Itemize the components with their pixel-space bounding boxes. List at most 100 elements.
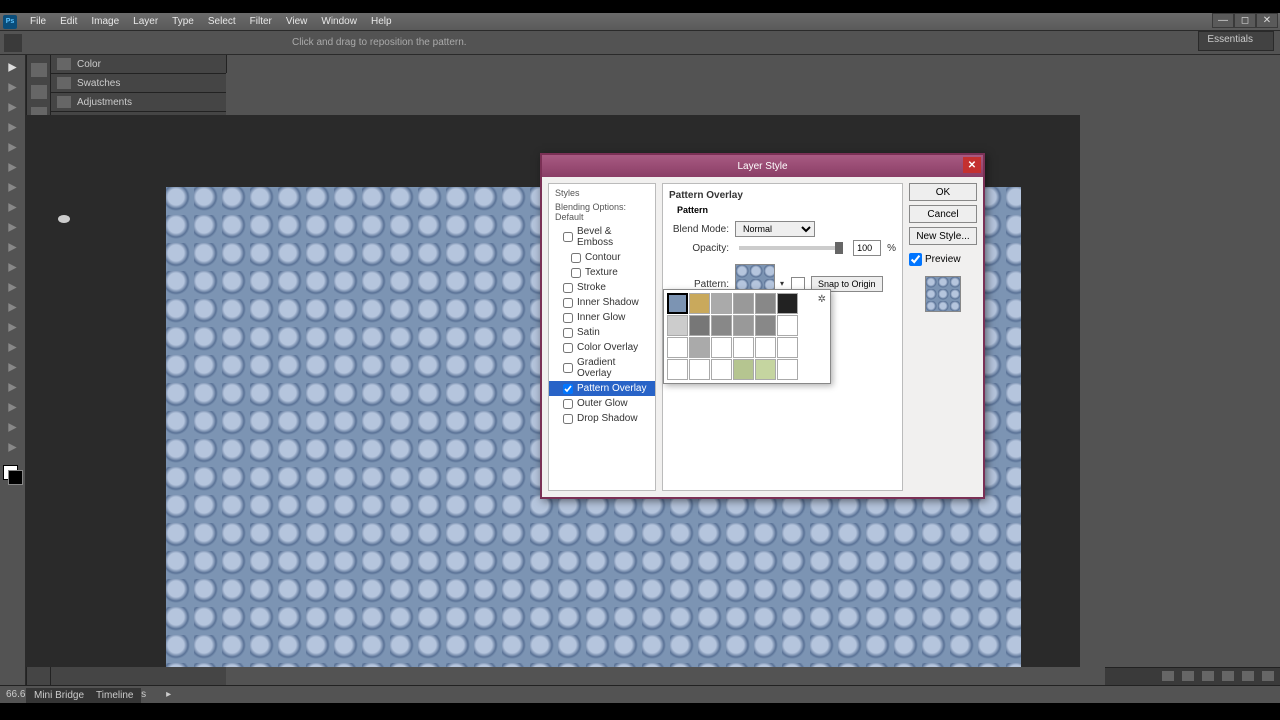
- move-tool[interactable]: [3, 59, 23, 76]
- opacity-slider[interactable]: [739, 246, 843, 250]
- pattern-swatch[interactable]: [689, 359, 710, 380]
- effect-checkbox[interactable]: [563, 414, 573, 424]
- effect-checkbox[interactable]: [571, 268, 581, 278]
- effect-checkbox[interactable]: [563, 283, 573, 293]
- new-layer-icon[interactable]: [1242, 671, 1254, 681]
- effect-checkbox[interactable]: [563, 232, 573, 242]
- crop-tool[interactable]: [3, 139, 23, 156]
- effect-inner-shadow[interactable]: Inner Shadow: [549, 295, 655, 310]
- pattern-swatch[interactable]: [733, 315, 754, 336]
- group-icon[interactable]: [1222, 671, 1234, 681]
- pattern-swatch[interactable]: [755, 359, 776, 380]
- healing-tool[interactable]: [3, 179, 23, 196]
- menu-select[interactable]: Select: [201, 16, 243, 27]
- blending-header[interactable]: Blending Options: Default: [549, 200, 655, 224]
- lasso-tool[interactable]: [3, 99, 23, 116]
- tab-minibridge[interactable]: Mini Bridge: [34, 690, 84, 701]
- pattern-swatch[interactable]: [733, 359, 754, 380]
- adjust-icon[interactable]: [1202, 671, 1214, 681]
- stamp-tool[interactable]: [3, 219, 23, 236]
- dodge-tool[interactable]: [3, 319, 23, 336]
- mask-icon[interactable]: [1182, 671, 1194, 681]
- eyedropper-tool[interactable]: [3, 159, 23, 176]
- pattern-swatch[interactable]: [733, 293, 754, 314]
- shape-tool[interactable]: [3, 399, 23, 416]
- color-swatches[interactable]: [3, 465, 23, 485]
- move-tool-icon[interactable]: [4, 34, 22, 52]
- effect-contour[interactable]: Contour: [549, 250, 655, 265]
- pattern-swatch[interactable]: [667, 315, 688, 336]
- adjustments-panel-head[interactable]: Adjustments: [51, 93, 226, 111]
- brush-tool[interactable]: [3, 199, 23, 216]
- menu-layer[interactable]: Layer: [126, 16, 165, 27]
- opacity-input[interactable]: [853, 240, 881, 256]
- collapsed-icon[interactable]: [31, 63, 47, 77]
- dialog-close-button[interactable]: ✕: [963, 157, 981, 173]
- effect-checkbox[interactable]: [563, 399, 573, 409]
- effect-checkbox[interactable]: [563, 384, 573, 394]
- eraser-tool[interactable]: [3, 259, 23, 276]
- menu-image[interactable]: Image: [84, 16, 126, 27]
- color-panel-head[interactable]: Color: [51, 55, 226, 73]
- path-tool[interactable]: [3, 379, 23, 396]
- pattern-swatch[interactable]: [755, 315, 776, 336]
- pattern-swatch[interactable]: [667, 359, 688, 380]
- menu-window[interactable]: Window: [314, 16, 364, 27]
- blur-tool[interactable]: [3, 299, 23, 316]
- styles-header[interactable]: Styles: [549, 186, 655, 200]
- pattern-swatch[interactable]: [711, 337, 732, 358]
- pattern-swatch[interactable]: [711, 293, 732, 314]
- effect-checkbox[interactable]: [563, 328, 573, 338]
- close-button[interactable]: ✕: [1256, 13, 1278, 28]
- menu-file[interactable]: File: [23, 16, 53, 27]
- picker-menu-icon[interactable]: ✲: [818, 294, 826, 305]
- new-style-button[interactable]: New Style...: [909, 227, 977, 245]
- pattern-swatch[interactable]: [777, 315, 798, 336]
- pen-tool[interactable]: [3, 339, 23, 356]
- effect-pattern-overlay[interactable]: Pattern Overlay: [549, 381, 655, 396]
- wand-tool[interactable]: [3, 119, 23, 136]
- pattern-swatch[interactable]: [711, 315, 732, 336]
- status-arrow-icon[interactable]: ▸: [166, 689, 171, 700]
- pattern-swatch[interactable]: [777, 359, 798, 380]
- effect-checkbox[interactable]: [563, 363, 573, 373]
- pattern-swatch[interactable]: [689, 293, 710, 314]
- marquee-tool[interactable]: [3, 79, 23, 96]
- zoom-tool[interactable]: [3, 439, 23, 456]
- pattern-swatch[interactable]: [755, 293, 776, 314]
- pattern-swatch[interactable]: [777, 337, 798, 358]
- maximize-button[interactable]: ◻: [1234, 13, 1256, 28]
- pattern-swatch[interactable]: [689, 337, 710, 358]
- effect-checkbox[interactable]: [563, 343, 573, 353]
- menu-edit[interactable]: Edit: [53, 16, 84, 27]
- preview-checkbox[interactable]: Preview: [909, 253, 977, 266]
- effect-satin[interactable]: Satin: [549, 325, 655, 340]
- fx-icon[interactable]: [1162, 671, 1174, 681]
- gradient-tool[interactable]: [3, 279, 23, 296]
- menu-filter[interactable]: Filter: [243, 16, 279, 27]
- pattern-swatch[interactable]: [777, 293, 798, 314]
- tab-timeline[interactable]: Timeline: [96, 690, 133, 701]
- effect-checkbox[interactable]: [571, 253, 581, 263]
- effect-checkbox[interactable]: [563, 298, 573, 308]
- pattern-swatch[interactable]: [755, 337, 776, 358]
- menu-help[interactable]: Help: [364, 16, 399, 27]
- workspace-switcher[interactable]: Essentials: [1198, 31, 1274, 51]
- cancel-button[interactable]: Cancel: [909, 205, 977, 223]
- pattern-swatch[interactable]: [711, 359, 732, 380]
- menu-type[interactable]: Type: [165, 16, 201, 27]
- pattern-swatch[interactable]: [667, 293, 688, 314]
- effect-checkbox[interactable]: [563, 313, 573, 323]
- dialog-title-bar[interactable]: Layer Style ✕: [542, 155, 983, 177]
- effect-stroke[interactable]: Stroke: [549, 280, 655, 295]
- swatches-panel-head[interactable]: Swatches: [51, 74, 226, 92]
- pattern-swatch[interactable]: [689, 315, 710, 336]
- menu-view[interactable]: View: [279, 16, 315, 27]
- history-brush-tool[interactable]: [3, 239, 23, 256]
- effect-texture[interactable]: Texture: [549, 265, 655, 280]
- collapsed-icon[interactable]: [31, 85, 47, 99]
- minimize-button[interactable]: —: [1212, 13, 1234, 28]
- trash-icon[interactable]: [1262, 671, 1274, 681]
- effect-inner-glow[interactable]: Inner Glow: [549, 310, 655, 325]
- effect-drop-shadow[interactable]: Drop Shadow: [549, 411, 655, 426]
